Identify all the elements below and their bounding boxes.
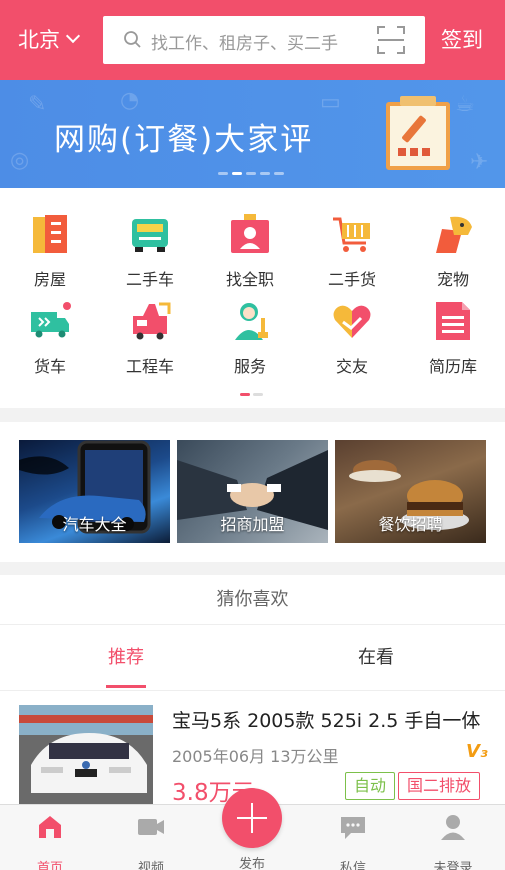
category-label: 工程车 [125,357,174,376]
banner-title: 网购(订餐)大家评 [54,122,314,158]
user-icon [441,815,465,840]
promo-card-franchise[interactable]: 招商加盟 [177,440,328,543]
nav-home[interactable]: 首页 [10,813,90,870]
city-selector[interactable]: 北京 [18,24,81,54]
decor-icon: ◔ [120,88,140,113]
tag-automatic: 自动 [345,772,396,800]
promo-card-restaurant[interactable]: 餐饮招聘 [335,440,486,543]
category-second-hand[interactable]: 二手货 [312,213,392,290]
category-resume[interactable]: 简历库 [413,300,493,377]
category-label: 找全职 [225,270,274,289]
nav-label: 首页 [36,861,63,870]
category-used-car[interactable]: 二手车 [110,213,190,290]
nav-messages[interactable]: 私信 [313,813,393,870]
video-icon [138,819,164,835]
category-label: 二手车 [125,270,174,289]
category-engineering-vehicle[interactable]: 工程车 [110,300,190,377]
section-heading: 猜你喜欢 [0,575,505,625]
promo-label: 招商加盟 [220,515,285,534]
category-label: 宠物 [436,270,469,289]
engineering-vehicle-icon [133,302,171,340]
tab-watching[interactable]: 在看 [358,643,394,669]
nav-label: 未登录 [433,861,473,870]
truck-icon [31,302,71,338]
category-label: 简历库 [428,357,477,376]
listing-thumbnail [19,705,153,805]
scan-icon[interactable] [377,26,405,54]
signin-button[interactable]: 签到 [441,24,483,54]
message-icon [341,817,365,839]
listing-meta: 2005年06月 13万公里 [172,747,339,766]
city-label: 北京 [18,28,60,52]
fulltime-job-icon [231,214,269,253]
plus-icon-bar [237,817,267,819]
publish-button[interactable] [222,788,282,848]
tab-active-indicator [106,685,146,688]
nav-video[interactable]: 视频 [111,813,191,870]
resume-icon [436,302,470,340]
shopping-cart-icon [333,217,370,252]
house-icon [33,215,67,253]
decor-icon: ▭ [320,90,341,115]
tab-recommended[interactable]: 推荐 [108,643,144,669]
promo-label: 汽车大全 [62,515,127,534]
decor-icon: ◎ [10,148,30,173]
category-pagination [240,393,263,396]
clipboard-icon [386,96,450,170]
category-label: 二手货 [327,270,376,289]
category-service[interactable]: 服务 [210,300,290,377]
nav-label: 发布 [238,857,265,870]
nav-label: 私信 [339,861,366,870]
chevron-down-icon [65,28,81,44]
promo-banner[interactable]: ✎ ◔ ▭ ☕ ◎ ✈ 网购(订餐)大家评 [0,80,505,188]
promo-card-cars[interactable]: 汽车大全 [19,440,170,543]
decor-icon: ✎ [28,92,47,117]
search-icon [124,31,141,48]
home-icon [39,816,61,838]
category-label: 房屋 [33,270,66,289]
top-bar: 北京 找工作、租房子、买二手 签到 [0,0,505,80]
category-label: 服务 [233,357,266,376]
search-placeholder: 找工作、租房子、买二手 [151,34,338,54]
category-pet[interactable]: 宠物 [413,213,493,290]
category-label: 货车 [33,357,66,376]
category-grid: 房屋 二手车 找全职 二手货 宠物 货车 工程车 服务 交友 简历库 [0,188,505,408]
banner-pagination [218,172,284,175]
service-icon [235,303,268,340]
promo-cards: 汽车大全 招商加盟 餐饮招聘 [0,422,505,562]
nav-label: 视频 [137,861,164,870]
promo-label: 餐饮招聘 [378,515,443,534]
search-bar[interactable]: 找工作、租房子、买二手 [103,16,425,64]
category-fulltime-job[interactable]: 找全职 [210,213,290,290]
pet-icon [436,216,472,253]
decor-icon: ☕ [455,92,475,117]
used-car-icon [132,219,168,252]
category-friends[interactable]: 交友 [312,300,392,377]
category-truck[interactable]: 货车 [10,300,90,377]
category-house[interactable]: 房屋 [10,213,90,290]
nav-account[interactable]: 未登录 [413,813,493,870]
vip-badge-icon: V₃ [466,741,488,762]
tag-emission: 国二排放 [398,772,481,800]
friends-heart-icon [333,305,371,338]
listing-title: 宝马5系 2005款 525i 2.5 手自一体 [172,710,481,732]
decor-icon: ✈ [470,150,489,175]
category-label: 交友 [335,357,368,376]
